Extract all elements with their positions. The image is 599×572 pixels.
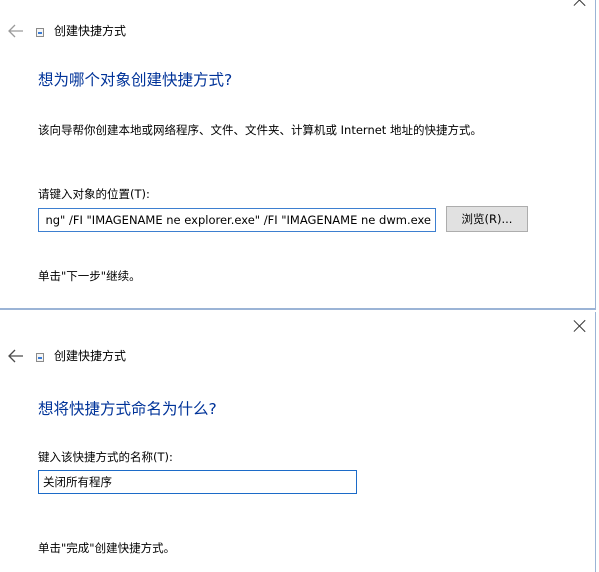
close-icon[interactable] — [573, 0, 587, 7]
wizard-title: 创建快捷方式 — [54, 24, 127, 38]
wizard-title: 创建快捷方式 — [54, 349, 127, 363]
page-heading: 想为哪个对象创建快捷方式? — [38, 71, 233, 89]
close-icon[interactable] — [573, 319, 587, 333]
screenshot: 创建快捷方式 想为哪个对象创建快捷方式? 该向导帮你创建本地或网络程序、文件、文… — [0, 0, 599, 572]
back-arrow-icon[interactable] — [8, 24, 24, 38]
browse-button[interactable]: 浏览(R)... — [446, 206, 528, 232]
wizard-header: 创建快捷方式 — [8, 22, 126, 39]
location-input[interactable]: ng" /FI "IMAGENAME ne explorer.exe" /FI … — [38, 208, 436, 232]
shortcut-name-input[interactable]: 关闭所有程序 — [38, 470, 357, 494]
wizard-description: 该向导帮你创建本地或网络程序、文件、文件夹、计算机或 Internet 地址的快… — [38, 123, 482, 137]
back-arrow-icon[interactable] — [8, 349, 24, 363]
location-field-label: 请键入对象的位置(T): — [38, 187, 150, 201]
shortcut-wizard-icon — [36, 353, 44, 362]
finish-hint: 单击"完成"创建快捷方式。 — [38, 541, 176, 555]
create-shortcut-dialog-location: 创建快捷方式 想为哪个对象创建快捷方式? 该向导帮你创建本地或网络程序、文件、文… — [0, 0, 596, 310]
create-shortcut-dialog-name: 创建快捷方式 想将快捷方式命名为什么? 键入该快捷方式的名称(T): 关闭所有程… — [0, 312, 596, 572]
next-step-hint: 单击"下一步"继续。 — [38, 269, 141, 283]
shortcut-wizard-icon — [36, 28, 44, 37]
page-heading: 想将快捷方式命名为什么? — [38, 400, 217, 418]
name-field-label: 键入该快捷方式的名称(T): — [38, 450, 173, 464]
wizard-header: 创建快捷方式 — [8, 347, 126, 364]
